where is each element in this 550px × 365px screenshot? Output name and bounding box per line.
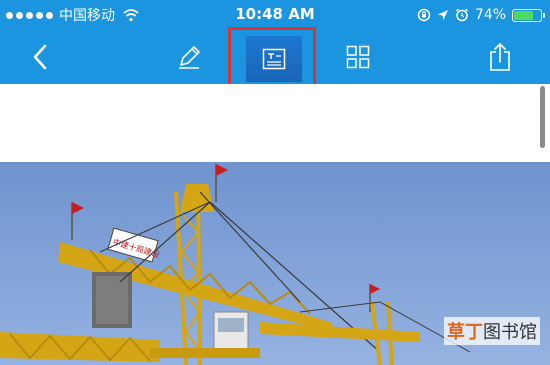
- document-top: [0, 84, 550, 162]
- watermark-part2: 图书馆: [483, 322, 537, 343]
- back-chevron-icon: [33, 44, 47, 70]
- grid-view-button[interactable]: [338, 30, 378, 84]
- edit-button[interactable]: [168, 30, 210, 84]
- alarm-icon: [455, 8, 468, 22]
- battery-icon: [512, 8, 545, 22]
- scrollbar[interactable]: [540, 86, 545, 148]
- construction-crane-photo: 中建十局建设 草丁 图书馆: [0, 162, 550, 365]
- watermark-part1: 草丁: [447, 322, 483, 343]
- app-screen: 中国移动 10:48 AM 74% 中建十局建设 草丁 图书馆: [0, 0, 550, 365]
- status-bar: 中国移动 10:48 AM 74%: [0, 0, 550, 30]
- battery-fill: [514, 10, 533, 20]
- back-button[interactable]: [22, 30, 58, 84]
- share-button[interactable]: [480, 30, 520, 84]
- status-right: 74%: [417, 5, 545, 25]
- lock-rotation-icon: [417, 8, 431, 22]
- location-arrow-icon: [437, 10, 448, 20]
- edit-pencil-icon: [179, 46, 200, 69]
- watermark: 草丁 图书馆: [444, 317, 540, 345]
- battery-percent: 74%: [474, 7, 506, 23]
- grid-icon: [346, 45, 370, 69]
- share-icon: [490, 43, 510, 71]
